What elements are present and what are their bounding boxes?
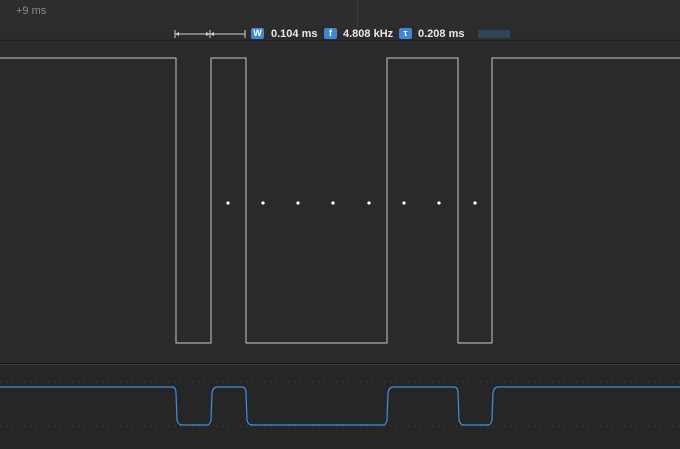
period-badge-icon: τ bbox=[399, 28, 412, 39]
measurement-color-swatch bbox=[478, 30, 510, 38]
analog-trace bbox=[0, 386, 680, 426]
width-measure-arrows-icon bbox=[174, 30, 246, 38]
ruler-tick bbox=[357, 0, 358, 28]
width-value: 0.104 ms bbox=[271, 28, 318, 40]
frequency-value: 4.808 kHz bbox=[343, 28, 394, 40]
analog-channel-lane[interactable] bbox=[0, 364, 680, 449]
measurement-bar: W 0.104 ms f 4.808 kHz τ 0.208 ms bbox=[0, 28, 680, 41]
bit-marker-dots bbox=[226, 201, 477, 205]
digital-waveform bbox=[0, 57, 680, 344]
width-badge-icon: W bbox=[251, 28, 264, 39]
timeline-ruler[interactable]: +9 ms bbox=[0, 0, 680, 29]
period-value: 0.208 ms bbox=[418, 28, 465, 40]
frequency-badge-icon: f bbox=[324, 28, 337, 39]
time-offset-label: +9 ms bbox=[16, 5, 47, 17]
digital-trace bbox=[0, 57, 680, 344]
analog-waveform bbox=[0, 381, 680, 427]
digital-channel-lane[interactable] bbox=[0, 41, 680, 364]
